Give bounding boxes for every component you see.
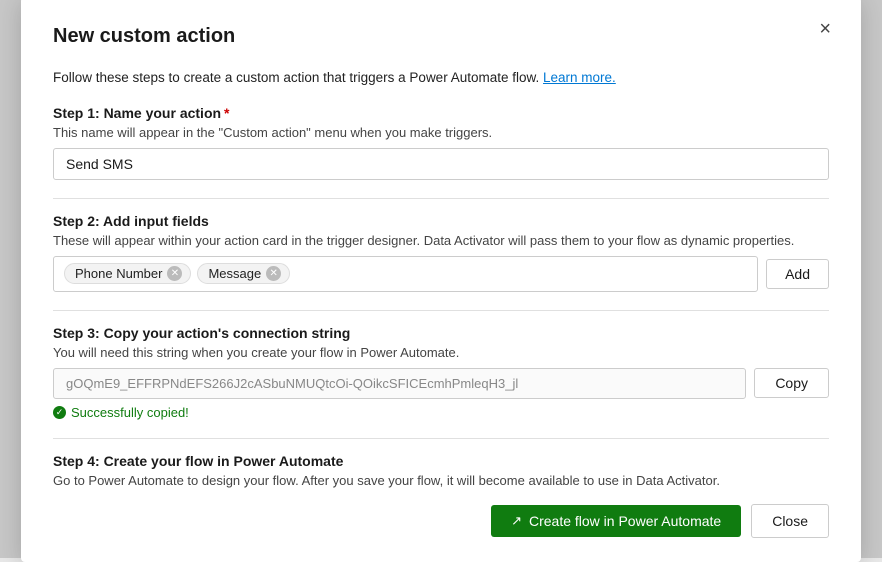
create-flow-label: Create flow in Power Automate: [529, 513, 721, 529]
modal-header: New custom action ×: [53, 25, 829, 58]
success-text: Successfully copied!: [71, 405, 189, 420]
step3-description: You will need this string when you creat…: [53, 345, 829, 360]
step4-label: Step 4: Create your flow in Power Automa…: [53, 453, 829, 469]
step1-description: This name will appear in the "Custom act…: [53, 125, 829, 140]
connection-string-input[interactable]: [53, 368, 746, 399]
step2-description: These will appear within your action car…: [53, 233, 829, 248]
close-footer-button[interactable]: Close: [751, 504, 829, 538]
step2-section: Step 2: Add input fields These will appe…: [53, 213, 829, 292]
step1-section: Step 1: Name your action* This name will…: [53, 105, 829, 180]
action-name-input[interactable]: [53, 148, 829, 180]
tags-row: Phone Number ✕ Message ✕ Add: [53, 256, 829, 292]
required-star: *: [224, 105, 229, 121]
learn-more-link[interactable]: Learn more.: [543, 70, 616, 85]
divider-1: [53, 198, 829, 199]
tag-message-label: Message: [208, 266, 261, 281]
tags-input-area[interactable]: Phone Number ✕ Message ✕: [53, 256, 758, 292]
success-message: ✓ Successfully copied!: [53, 405, 829, 420]
divider-3: [53, 438, 829, 439]
tag-phone-number-close[interactable]: ✕: [167, 266, 182, 281]
step4-description: Go to Power Automate to design your flow…: [53, 473, 829, 488]
connection-row: Copy: [53, 368, 829, 399]
step4-section: Step 4: Create your flow in Power Automa…: [53, 453, 829, 488]
divider-2: [53, 310, 829, 311]
external-link-icon: ↗: [511, 513, 522, 529]
modal-footer: ↗ Create flow in Power Automate Close: [53, 498, 829, 538]
step3-label: Step 3: Copy your action's connection st…: [53, 325, 829, 341]
step1-label: Step 1: Name your action*: [53, 105, 829, 121]
close-icon-button[interactable]: ×: [813, 17, 837, 41]
intro-text: Follow these steps to create a custom ac…: [53, 70, 829, 85]
create-flow-button[interactable]: ↗ Create flow in Power Automate: [491, 505, 741, 537]
modal-overlay: New custom action × Follow these steps t…: [0, 0, 882, 558]
tag-message: Message ✕: [197, 263, 290, 284]
add-tag-button[interactable]: Add: [766, 259, 829, 289]
modal-title: New custom action: [53, 25, 235, 48]
modal-container: New custom action × Follow these steps t…: [21, 0, 861, 562]
tag-message-close[interactable]: ✕: [266, 266, 281, 281]
step3-section: Step 3: Copy your action's connection st…: [53, 325, 829, 420]
step2-label: Step 2: Add input fields: [53, 213, 829, 229]
tag-phone-number-label: Phone Number: [75, 266, 162, 281]
tag-phone-number: Phone Number ✕: [64, 263, 191, 284]
copy-button[interactable]: Copy: [754, 368, 829, 398]
success-icon: ✓: [53, 406, 66, 419]
